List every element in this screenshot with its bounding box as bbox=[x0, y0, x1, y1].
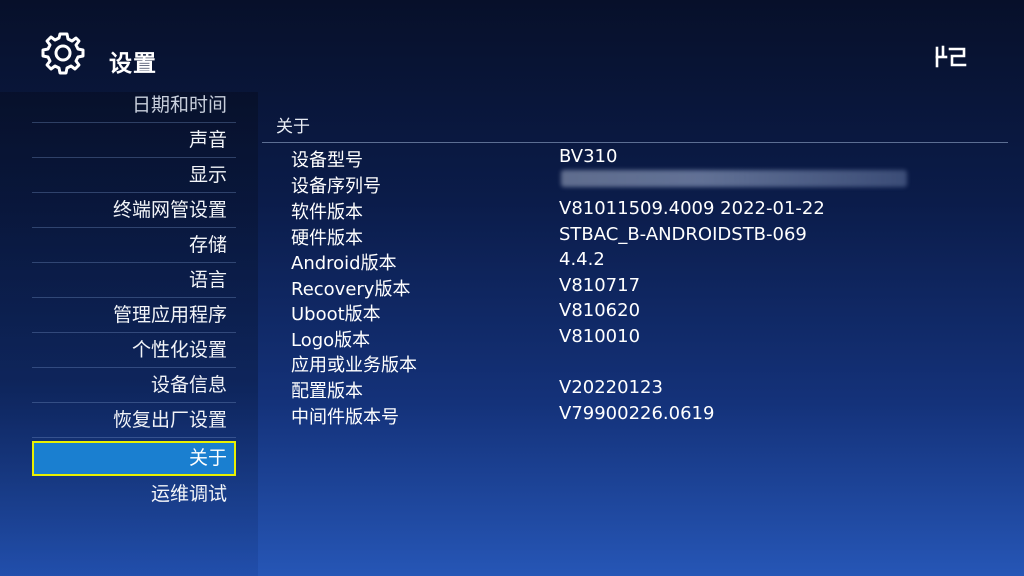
sidebar-item-maintenance-debug[interactable]: 运维调试 bbox=[32, 477, 236, 512]
info-label-uboot-version: Uboot版本 bbox=[291, 304, 381, 325]
info-value-middleware-version: V79900226.0619 bbox=[559, 403, 715, 424]
sidebar-item-language[interactable]: 语言 bbox=[32, 263, 236, 298]
info-label-software-version: 软件版本 bbox=[291, 202, 363, 223]
sidebar-item-about[interactable]: 关于 bbox=[32, 441, 236, 476]
page-title: 设置 bbox=[109, 51, 157, 77]
info-label-device-model: 设备型号 bbox=[291, 150, 363, 171]
gear-icon bbox=[41, 32, 85, 75]
info-value-device-model: BV310 bbox=[559, 146, 618, 167]
info-label-middleware-version: 中间件版本号 bbox=[291, 407, 399, 428]
info-label-app-service-version: 应用或业务版本 bbox=[291, 355, 417, 376]
info-value-hardware-version: STBAC_B-ANDROIDSTB-069 bbox=[559, 224, 807, 245]
info-value-software-version: V81011509.4009 2022-01-22 bbox=[559, 198, 825, 219]
sidebar-item-display[interactable]: 显示 bbox=[32, 158, 236, 193]
sidebar-item-personalization[interactable]: 个性化设置 bbox=[32, 333, 236, 368]
section-title: 关于 bbox=[276, 117, 310, 137]
info-label-config-version: 配置版本 bbox=[291, 381, 363, 402]
info-value-recovery-version: V810717 bbox=[559, 275, 641, 296]
info-label-android-version: Android版本 bbox=[291, 253, 397, 274]
info-label-logo-version: Logo版本 bbox=[291, 330, 371, 351]
sidebar-item-manage-apps[interactable]: 管理应用程序 bbox=[32, 298, 236, 333]
info-value-config-version: V20220123 bbox=[559, 377, 663, 398]
sidebar-item-factory-reset[interactable]: 恢复出厂设置 bbox=[32, 403, 236, 438]
sidebar-item-device-info[interactable]: 设备信息 bbox=[32, 368, 236, 403]
sidebar-item-date-time[interactable]: 日期和时间 bbox=[32, 92, 236, 123]
header-bar: 设置 bbox=[0, 0, 1024, 92]
brand-logo bbox=[935, 45, 967, 68]
sidebar-item-storage[interactable]: 存储 bbox=[32, 228, 236, 263]
divider bbox=[262, 142, 1008, 143]
info-value-uboot-version: V810620 bbox=[559, 300, 641, 321]
info-value-logo-version: V810010 bbox=[559, 326, 641, 347]
sidebar-item-sound[interactable]: 声音 bbox=[32, 123, 236, 158]
sidebar: 日期和时间 声音 显示 终端网管设置 存储 语言 管理应用程序 个性化设置 设备… bbox=[0, 92, 258, 576]
info-label-hardware-version: 硬件版本 bbox=[291, 228, 363, 249]
info-value-android-version: 4.4.2 bbox=[559, 249, 605, 270]
sidebar-item-terminal-management[interactable]: 终端网管设置 bbox=[32, 193, 236, 228]
info-label-serial-number: 设备序列号 bbox=[291, 176, 381, 197]
info-label-recovery-version: Recovery版本 bbox=[291, 279, 411, 300]
serial-number-redacted bbox=[561, 170, 907, 187]
